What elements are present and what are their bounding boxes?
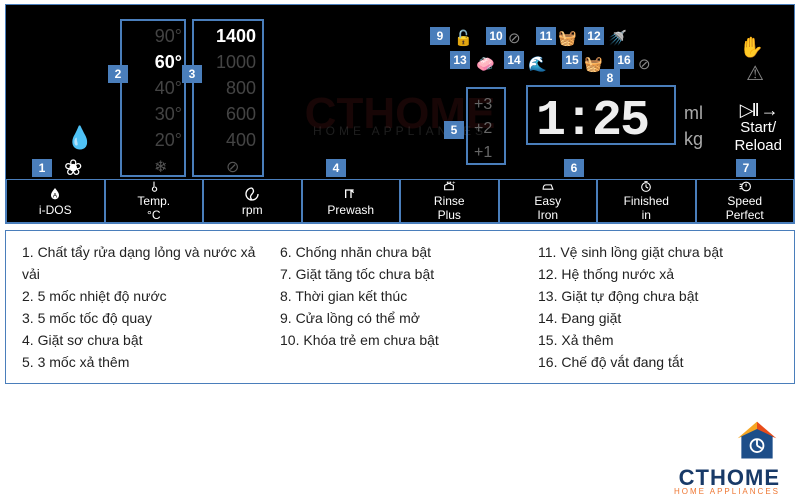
option-rinse-plus[interactable]: + RinsePlus	[400, 179, 499, 223]
legend-item: 4. Giặt sơ chưa bật	[22, 329, 262, 351]
unit-ml: ml	[684, 100, 703, 126]
status-icon: 🚿	[608, 29, 627, 47]
legend-item: 12. Hệ thống nước xả	[538, 263, 778, 285]
units-labels: ml kg	[684, 100, 703, 152]
option-label: Temp.°C	[137, 194, 170, 222]
callout-num-1: 1	[32, 159, 52, 177]
legend-item: 8. Thời gian kết thúc	[280, 285, 520, 307]
legend-item: 14. Đang giặt	[538, 307, 778, 329]
legend-box: 1. Chất tẩy rửa dạng lỏng và nước xả vải…	[5, 230, 795, 384]
brand-logo-icon	[734, 418, 780, 464]
callout-num-7: 7	[736, 159, 756, 177]
legend-col-3: 11. Vệ sinh lồng giặt chưa bật12. Hệ thố…	[538, 241, 778, 373]
hand-icon: ✋	[739, 35, 764, 60]
callout-box-2	[120, 19, 186, 177]
status-icon: 🧼	[476, 55, 495, 73]
callout-num-2: 2	[108, 65, 128, 83]
option-label: Prewash	[327, 203, 374, 217]
callout-num-13: 13	[450, 51, 470, 69]
option-temp-c[interactable]: Temp.°C	[105, 179, 204, 223]
legend-item: 5. 3 mốc xả thêm	[22, 351, 262, 373]
status-icon: 🧺	[558, 29, 577, 47]
svg-text:A: A	[53, 192, 58, 199]
legend-item: 1. Chất tẩy rửa dạng lỏng và nước xả vải	[22, 241, 262, 285]
legend-item: 6. Chống nhăn chưa bật	[280, 241, 520, 263]
option-label: EasyIron	[534, 194, 561, 222]
option-i-dos[interactable]: Ai-DOS	[6, 179, 105, 223]
callout-num-4: 4	[326, 159, 346, 177]
callout-num-9: 9	[430, 27, 450, 45]
status-icon: ⊘	[508, 29, 521, 47]
start-label-2: Reload	[734, 137, 782, 155]
status-icon: ⊘	[638, 55, 651, 73]
legend-item: 7. Giặt tăng tốc chưa bật	[280, 263, 520, 285]
callout-num-3: 3	[182, 65, 202, 83]
callout-box-5	[466, 87, 506, 165]
callout-num-14: 14	[504, 51, 524, 69]
legend-col-1: 1. Chất tẩy rửa dạng lỏng và nước xả vải…	[22, 241, 262, 373]
start-reload-button[interactable]: ▷II → Start/ Reload	[734, 101, 782, 155]
legend-item: 9. Cửa lồng có thể mở	[280, 307, 520, 329]
legend-item: 2. 5 mốc nhiệt độ nước	[22, 285, 262, 307]
callout-num-5: 5	[444, 121, 464, 139]
legend-item: 13. Giặt tự động chưa bật	[538, 285, 778, 307]
option-speed-perfect[interactable]: SpeedPerfect	[696, 179, 795, 223]
option-label: SpeedPerfect	[726, 194, 764, 222]
callout-num-16: 16	[614, 51, 634, 69]
legend-item: 3. 5 mốc tốc độ quay	[22, 307, 262, 329]
option-bar: Ai-DOS Temp.°C rpm Prewash + RinsePlus EasyIro…	[6, 179, 794, 223]
callout-num-12: 12	[584, 27, 604, 45]
callout-box-8	[526, 85, 676, 145]
option-label: Finishedin	[624, 194, 669, 222]
callout-num-11: 11	[536, 27, 556, 45]
brand-tagline: HOME APPLIANCES	[674, 487, 780, 496]
legend-col-2: 6. Chống nhăn chưa bật7. Giặt tăng tốc c…	[280, 241, 520, 373]
svg-text:+: +	[453, 180, 456, 186]
brand-name: CTHOME	[674, 469, 780, 487]
callout-num-8: 8	[600, 69, 620, 87]
droplet-icon: 💧	[66, 125, 93, 151]
play-pause-icon: ▷II →	[734, 101, 782, 119]
legend-item: 11. Vệ sinh lồng giặt chưa bật	[538, 241, 778, 263]
unit-kg: kg	[684, 126, 703, 152]
option-label: i-DOS	[39, 203, 72, 217]
legend-item: 16. Chế độ vắt đang tắt	[538, 351, 778, 373]
display-panel: CTHOME HOME APPLIANCES 💧 ❀ 90°60°40°30°2…	[5, 4, 795, 224]
warning-icon: ⚠	[746, 61, 764, 86]
callout-num-10: 10	[486, 27, 506, 45]
callout-num-15: 15	[562, 51, 582, 69]
callout-box-3	[192, 19, 264, 177]
callout-num-6: 6	[564, 159, 584, 177]
legend-item: 15. Xả thêm	[538, 329, 778, 351]
start-label-1: Start/	[734, 119, 782, 137]
status-icon: 🔓	[454, 29, 473, 47]
status-icon: 🌊	[528, 55, 547, 73]
legend-item: 10. Khóa trẻ em chưa bật	[280, 329, 520, 351]
option-prewash[interactable]: Prewash	[302, 179, 401, 223]
option-label: RinsePlus	[434, 194, 465, 222]
option-rpm[interactable]: rpm	[203, 179, 302, 223]
flower-icon: ❀	[64, 155, 82, 181]
option-label: rpm	[242, 203, 263, 217]
option-finished-in[interactable]: Finishedin	[597, 179, 696, 223]
option-easy-iron[interactable]: EasyIron	[499, 179, 598, 223]
brand-block: CTHOME HOME APPLIANCES	[674, 418, 780, 496]
